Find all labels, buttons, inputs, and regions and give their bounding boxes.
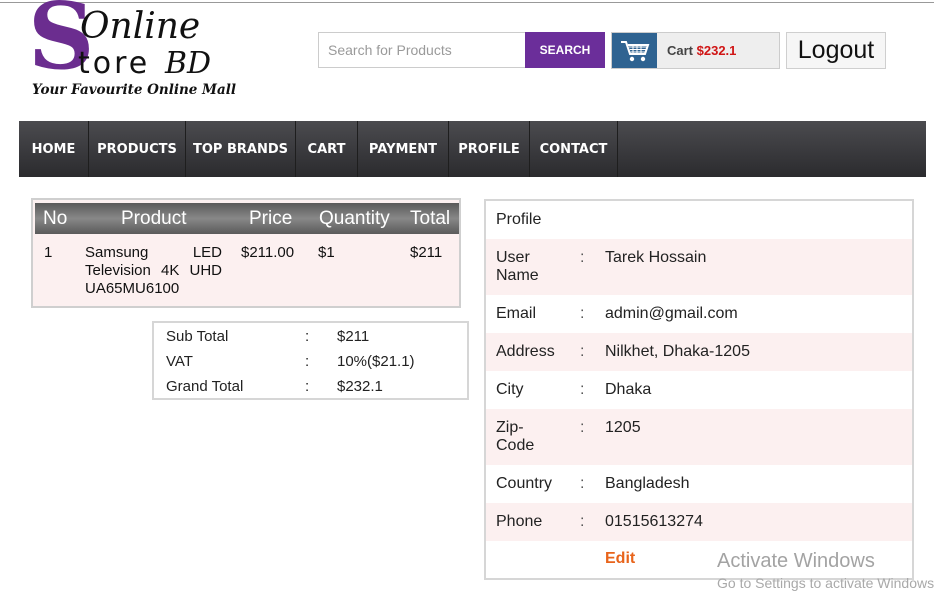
logout-button[interactable]: Logout bbox=[786, 32, 886, 69]
nav-cart[interactable]: CART bbox=[296, 121, 358, 177]
cell-price: $211.00 bbox=[241, 244, 295, 261]
search-button[interactable]: SEARCH bbox=[525, 32, 605, 68]
cell-total: $211 bbox=[410, 244, 443, 261]
profile-row-phone: Phone : 01515613274 bbox=[486, 503, 912, 541]
zip-value: 1205 bbox=[605, 419, 641, 436]
email-label: Email bbox=[496, 305, 537, 322]
logo-bd-text: BD bbox=[165, 46, 212, 81]
vat-label: VAT bbox=[166, 353, 193, 370]
shopping-cart-icon bbox=[612, 33, 657, 68]
subtotal-colon: : bbox=[305, 328, 310, 345]
address-label: Address bbox=[496, 343, 555, 360]
user-name-value: Tarek Hossain bbox=[605, 249, 707, 266]
cart-summary[interactable]: Cart $232.1 bbox=[611, 32, 780, 69]
country-colon: : bbox=[580, 475, 585, 492]
main-nav: HOME PRODUCTS TOP BRANDS CART PAYMENT PR… bbox=[19, 121, 926, 177]
search-input[interactable] bbox=[318, 32, 525, 68]
activate-windows-subtitle: Go to Settings to activate Windows. bbox=[717, 575, 934, 591]
vat-value: 10%($21.1) bbox=[337, 353, 415, 370]
logo-store-text: tore bbox=[78, 46, 151, 81]
subtotal-label: Sub Total bbox=[166, 328, 229, 345]
nav-products[interactable]: PRODUCTS bbox=[89, 121, 186, 177]
header-product: Product bbox=[121, 208, 187, 229]
nav-home[interactable]: HOME bbox=[19, 121, 89, 177]
header-price: Price bbox=[249, 208, 293, 229]
nav-payment[interactable]: PAYMENT bbox=[358, 121, 449, 177]
logo-tagline: Your Favourite Online Mall bbox=[32, 82, 237, 98]
cell-product: Samsung LED Television 4K UHD UA65MU6100 bbox=[85, 244, 222, 297]
activate-windows-title: Activate Windows bbox=[717, 550, 875, 572]
city-colon: : bbox=[580, 381, 585, 398]
profile-row-zip: Zip-Code : 1205 bbox=[486, 409, 912, 465]
country-label: Country bbox=[496, 475, 553, 492]
email-colon: : bbox=[580, 305, 585, 322]
profile-title-row: Profile bbox=[486, 201, 912, 239]
header-total: Total bbox=[410, 208, 451, 229]
grand-total-label: Grand Total bbox=[166, 378, 244, 395]
profile-row-country: Country : Bangladesh bbox=[486, 465, 912, 503]
nav-contact[interactable]: CONTACT bbox=[530, 121, 618, 177]
city-value: Dhaka bbox=[605, 381, 652, 398]
cell-no: 1 bbox=[44, 244, 53, 261]
profile-panel: Profile User Name : Tarek Hossain Email … bbox=[484, 199, 914, 580]
top-divider bbox=[0, 2, 934, 3]
zip-label: Zip-Code bbox=[496, 419, 535, 454]
address-value: Nilkhet, Dhaka-1205 bbox=[605, 343, 750, 360]
phone-value: 01515613274 bbox=[605, 513, 703, 530]
subtotal-value: $211 bbox=[337, 328, 370, 345]
email-value: admin@gmail.com bbox=[605, 305, 738, 322]
address-colon: : bbox=[580, 343, 585, 360]
profile-row-user-name: User Name : Tarek Hossain bbox=[486, 239, 912, 295]
header-quantity: Quantity bbox=[319, 208, 390, 229]
profile-row-address: Address : Nilkhet, Dhaka-1205 bbox=[486, 333, 912, 371]
cart-label-text: Cart bbox=[667, 43, 694, 58]
site-logo[interactable]: S Online tore BD Your Favourite Online M… bbox=[28, 0, 258, 104]
country-value: Bangladesh bbox=[605, 475, 690, 492]
cart-amount: $232.1 bbox=[696, 43, 737, 58]
user-name-colon: : bbox=[580, 249, 585, 266]
profile-row-city: City : Dhaka bbox=[486, 371, 912, 409]
edit-profile-link[interactable]: Edit bbox=[605, 550, 635, 568]
nav-top-brands[interactable]: TOP BRANDS bbox=[186, 121, 296, 177]
logo-online-text: Online bbox=[80, 6, 201, 47]
profile-row-email: Email : admin@gmail.com bbox=[486, 295, 912, 333]
vat-colon: : bbox=[305, 353, 310, 370]
order-totals: Sub Total : $211 VAT : 10%($21.1) Grand … bbox=[152, 321, 469, 400]
nav-profile[interactable]: PROFILE bbox=[449, 121, 530, 177]
phone-label: Phone bbox=[496, 513, 543, 530]
zip-colon: : bbox=[580, 419, 585, 436]
grand-total-colon: : bbox=[305, 378, 310, 395]
cart-table: No Product Price Quantity Total 1 Samsun… bbox=[31, 198, 461, 308]
city-label: City bbox=[496, 381, 524, 398]
cart-label: Cart $232.1 bbox=[667, 43, 736, 58]
cell-quantity: $1 bbox=[318, 244, 335, 261]
cart-table-header: No Product Price Quantity Total bbox=[35, 203, 459, 234]
header-no: No bbox=[43, 208, 68, 229]
grand-total-value: $232.1 bbox=[337, 378, 383, 395]
profile-title: Profile bbox=[496, 211, 542, 228]
phone-colon: : bbox=[580, 513, 585, 530]
user-name-label: User Name bbox=[496, 249, 539, 284]
